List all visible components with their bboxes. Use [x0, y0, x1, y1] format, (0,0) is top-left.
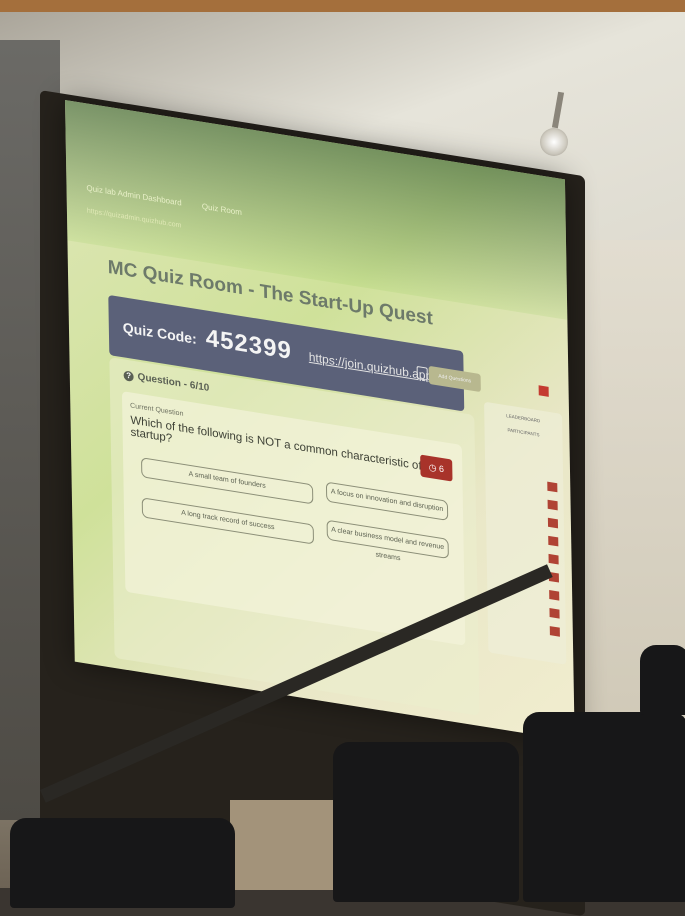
score-badge [549, 589, 560, 601]
spotlight-icon [540, 128, 568, 156]
chair [333, 742, 519, 902]
exit-icon[interactable] [538, 385, 549, 397]
quiz-code-label: Quiz Code: [122, 319, 197, 347]
floor [230, 800, 340, 890]
chair [10, 818, 235, 908]
leaderboard-row [491, 473, 558, 493]
leaderboard-subtitle: PARTICIPANTS [507, 427, 540, 438]
question-panel: ? Question - 6/10 Current Question Which … [109, 357, 480, 716]
join-link[interactable]: https://join.quizhub.app [309, 350, 433, 384]
score-badge [548, 535, 559, 547]
leaderboard-row [493, 545, 559, 565]
copy-icon[interactable] [416, 365, 428, 381]
score-badge [549, 626, 560, 637]
question-header: ? Question - 6/10 [123, 369, 209, 394]
chair [523, 712, 685, 902]
leaderboard-row [493, 599, 560, 619]
score-badge [548, 553, 559, 565]
projected-screen: Quiz lab Admin Dashboard Quiz Room https… [65, 100, 575, 742]
leaderboard-panel: LEADERBOARD PARTICIPANTS [484, 401, 567, 665]
chair [640, 645, 685, 715]
ceiling-beam [0, 0, 685, 12]
leaderboard-row [492, 527, 559, 547]
quiz-code: 452399 [205, 324, 293, 366]
score-badge [547, 499, 558, 511]
leaderboard-row [492, 509, 559, 529]
leaderboard-title: LEADERBOARD [506, 413, 541, 424]
question-icon: ? [123, 370, 134, 382]
leaderboard-row [492, 491, 558, 511]
leaderboard-row [494, 617, 560, 637]
score-badge [547, 517, 559, 529]
score-badge [547, 481, 558, 493]
score-badge [549, 608, 560, 619]
